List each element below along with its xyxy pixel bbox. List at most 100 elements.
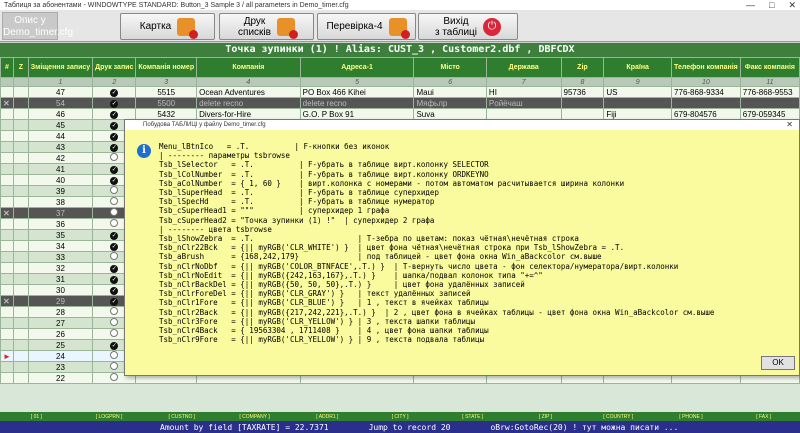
dialog-close-button[interactable]: ✕ — [786, 120, 793, 130]
print-checkbox-cell: ✓ — [92, 86, 137, 98]
column-number: 2 — [92, 77, 137, 87]
row-selector-cell — [12, 295, 29, 307]
cell-num: 5515 — [135, 86, 198, 98]
column-header[interactable]: Адреса-1 — [299, 57, 415, 78]
row-selector-cell — [12, 141, 29, 153]
column-header[interactable]: Z — [12, 57, 29, 78]
checked-icon[interactable]: ✓ — [110, 89, 119, 97]
cell-zip: 95736 — [560, 86, 605, 98]
row-selector-cell — [12, 196, 29, 208]
checked-icon[interactable]: ✓ — [110, 144, 119, 152]
cell-rec: 25 — [27, 339, 94, 351]
cell-rec: 31 — [27, 273, 94, 285]
row-marker — [0, 141, 14, 153]
unchecked-icon[interactable] — [110, 186, 119, 194]
column-header[interactable]: Місто — [413, 57, 487, 78]
row-marker — [0, 262, 14, 274]
grid-superheader: Точка зупинки (1) ! Alias: CUST_3 , Cust… — [0, 43, 800, 57]
cell-city: Suva — [413, 108, 487, 120]
card-button[interactable]: Картка — [120, 13, 215, 40]
unchecked-icon[interactable] — [110, 219, 119, 227]
row-marker — [0, 339, 14, 351]
cell-state: HI — [485, 86, 562, 98]
table-row[interactable]: 47 ✓ 5515 Ocean Adventures PO Box 466 Kihei M… — [0, 86, 800, 98]
checked-icon[interactable]: ✓ — [110, 177, 119, 185]
cell-rec: 32 — [27, 262, 94, 274]
cell-rec: 29 — [27, 295, 94, 307]
footer-label: [ COMPANY ] — [239, 413, 270, 420]
maximize-button[interactable]: □ — [769, 0, 774, 10]
unchecked-icon[interactable] — [110, 362, 119, 370]
column-header[interactable]: Компанія — [196, 57, 301, 78]
cell-fax — [739, 97, 800, 109]
footer-label: [ CITY ] — [391, 413, 409, 420]
checked-icon[interactable]: ✓ — [110, 298, 119, 306]
cell-rec: 35 — [27, 229, 94, 241]
checked-icon[interactable]: ✓ — [110, 287, 119, 295]
exit-table-button[interactable]: Вихід з таблиці ⏻ — [418, 13, 518, 40]
row-selector-cell — [12, 130, 29, 142]
column-number: 4 — [196, 77, 301, 87]
checked-icon[interactable]: ✓ — [110, 166, 119, 174]
checked-icon[interactable]: ✓ — [110, 342, 119, 350]
checked-icon[interactable]: ✓ — [110, 122, 119, 130]
unchecked-icon[interactable] — [110, 153, 119, 161]
footer-label: [ STATE ] — [462, 413, 484, 420]
dialog-titlebar: Побудова ТАБЛИЦІ у файлу Demo_timer.cfg … — [125, 120, 799, 130]
column-number: 10 — [671, 77, 741, 87]
unchecked-icon[interactable] — [110, 197, 119, 205]
unchecked-icon[interactable] — [110, 318, 119, 326]
row-selector-cell — [12, 251, 29, 263]
checked-icon[interactable]: ✓ — [110, 100, 119, 108]
row-marker — [0, 273, 14, 285]
cell-rec: 23 — [27, 361, 94, 373]
column-number: 1 — [27, 77, 94, 87]
column-header[interactable]: Компанія номер — [135, 57, 198, 78]
column-header[interactable]: Країна — [603, 57, 673, 78]
info-icon: i — [137, 144, 151, 158]
cell-rec: 30 — [27, 284, 94, 296]
column-number: 11 — [739, 77, 800, 87]
row-marker — [0, 284, 14, 296]
table-row[interactable]: 46 ✓ 5432 Divers-for-Hire G.O. P Box 91 Suva F… — [0, 108, 800, 120]
unchecked-icon[interactable] — [110, 208, 119, 216]
column-header[interactable]: # — [0, 57, 14, 78]
checked-icon[interactable]: ✓ — [110, 232, 119, 240]
print-lists-button[interactable]: Друк списків — [219, 13, 314, 40]
row-marker: ✕ — [0, 207, 14, 219]
column-header[interactable]: Друк запис — [92, 57, 137, 78]
column-number: 8 — [560, 77, 605, 87]
row-marker — [0, 108, 14, 120]
footer-label: [ COUNTRY ] — [603, 413, 634, 420]
column-number: 7 — [485, 77, 562, 87]
column-number — [0, 77, 14, 87]
checked-icon[interactable]: ✓ — [110, 133, 119, 141]
ok-button[interactable]: OK — [761, 356, 795, 370]
row-marker — [0, 152, 14, 164]
checked-icon[interactable]: ✓ — [110, 276, 119, 284]
grid-header-row: # Z Зміщення запису Друк запис Компанія номе… — [0, 57, 800, 78]
column-header[interactable]: Факс компанія — [739, 57, 800, 78]
column-header[interactable]: Держава — [485, 57, 562, 78]
checked-icon[interactable]: ✓ — [110, 111, 119, 119]
close-button[interactable]: ✕ — [788, 0, 796, 10]
checked-icon[interactable]: ✓ — [110, 265, 119, 273]
table-row[interactable]: ✕ 54 ✓ 5500 delete recno delete recno Мяфьлр Рo… — [0, 97, 800, 109]
print-checkbox-cell: ✓ — [92, 97, 137, 109]
unchecked-icon[interactable] — [110, 351, 119, 359]
column-header[interactable]: Zip — [560, 57, 605, 78]
column-header[interactable]: Телефон компанія — [671, 57, 741, 78]
unchecked-icon[interactable] — [110, 329, 119, 337]
row-selector-cell — [12, 284, 29, 296]
column-header[interactable]: Зміщення запису — [27, 57, 94, 78]
checked-icon[interactable]: ✓ — [110, 243, 119, 251]
unchecked-icon[interactable] — [110, 307, 119, 315]
minimize-button[interactable]: — — [746, 0, 755, 10]
row-selector-cell — [12, 163, 29, 175]
cell-rec: 34 — [27, 240, 94, 252]
window-titlebar: Таблиця за абонентами - WINDOWTYPE STAND… — [0, 0, 800, 10]
row-selector-cell — [12, 339, 29, 351]
unchecked-icon[interactable] — [110, 373, 119, 381]
check-4-button[interactable]: Перевірка-4 — [317, 13, 416, 40]
unchecked-icon[interactable] — [110, 252, 119, 260]
